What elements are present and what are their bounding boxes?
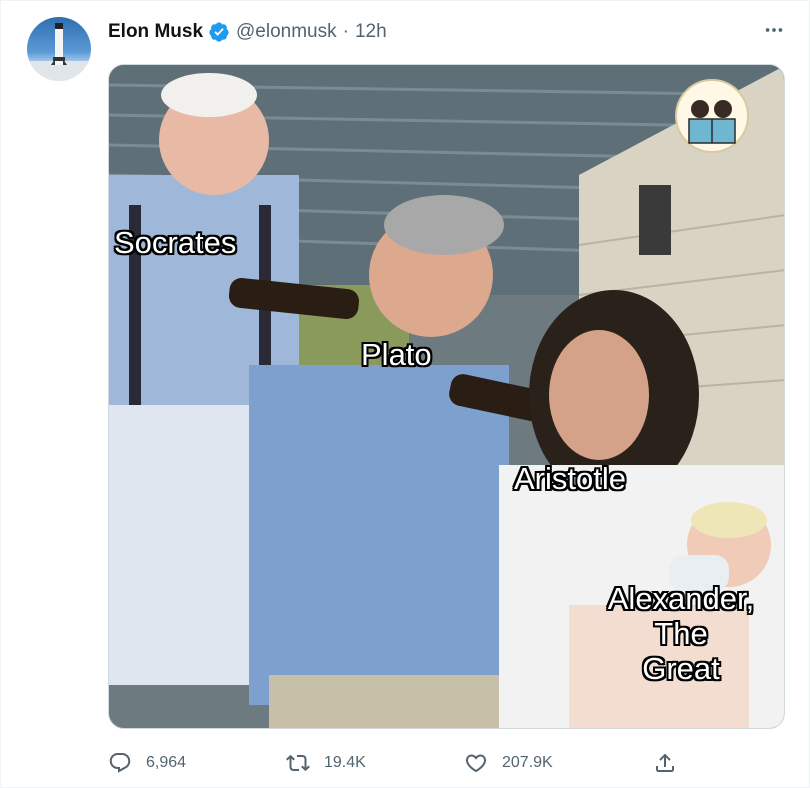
like-count: 207.9K (502, 754, 553, 771)
retweet-button[interactable]: 19.4K (286, 749, 366, 777)
meme-label-aristotle: Aristotle (514, 461, 626, 496)
meme-label-plato: Plato (361, 337, 432, 372)
watermark-logo (675, 79, 749, 153)
header-separator: · (342, 21, 349, 42)
tweet-media-image[interactable]: Socrates Plato Aristotle Alexander, The … (108, 64, 785, 729)
heart-icon (465, 754, 487, 773)
share-button[interactable] (651, 749, 679, 777)
reply-button[interactable]: 6,964 (108, 749, 186, 777)
tweet-card[interactable]: Elon Musk @elonmusk · 12h Socrates Plato… (0, 0, 810, 788)
like-button[interactable]: 207.9K (464, 749, 553, 777)
verified-badge-icon (208, 21, 230, 43)
tweet-timestamp[interactable]: 12h (355, 21, 387, 43)
author-name[interactable]: Elon Musk (108, 21, 203, 43)
retweet-count: 19.4K (324, 754, 366, 771)
meme-label-alexander: Alexander, The Great (607, 581, 755, 686)
retweet-icon (286, 754, 310, 772)
share-icon (656, 753, 674, 772)
more-horizontal-icon (765, 28, 783, 32)
meme-label-socrates: Socrates (114, 225, 237, 260)
more-options-button[interactable] (756, 15, 792, 45)
rocket-avatar-image (27, 23, 91, 81)
author-avatar[interactable] (27, 17, 91, 81)
reply-count: 6,964 (146, 754, 187, 771)
tweet-actions: 6,964 19.4K 207.9K (108, 749, 688, 777)
author-handle[interactable]: @elonmusk (236, 21, 337, 43)
reply-icon (109, 753, 131, 773)
tweet-header: Elon Musk @elonmusk · 12h (108, 19, 387, 45)
